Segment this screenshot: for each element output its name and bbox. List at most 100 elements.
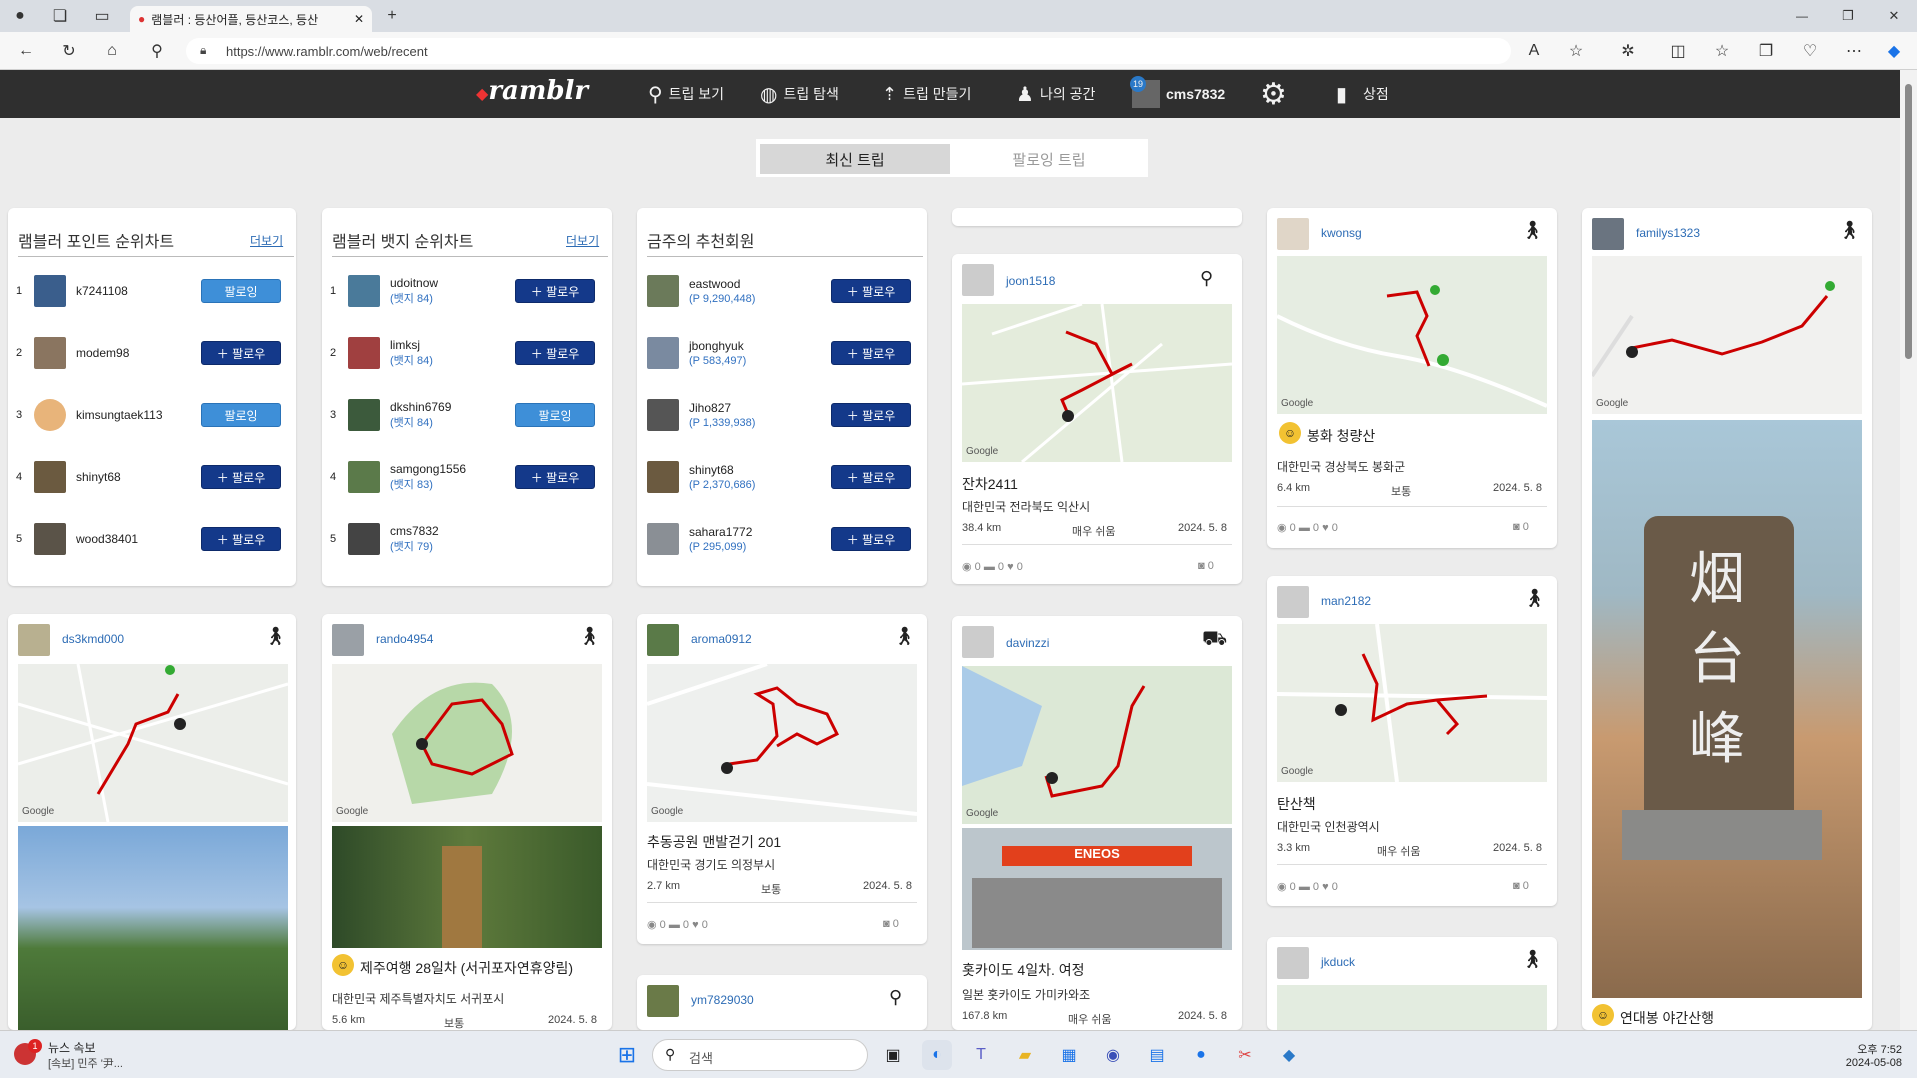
avatar[interactable] (647, 624, 679, 656)
favorite-star-icon[interactable]: ☆ (1562, 37, 1590, 65)
trip-map[interactable]: Google (962, 304, 1232, 462)
trip-title[interactable]: 홋카이도 4일차. 여정 (962, 960, 1085, 980)
rank-user-name[interactable]: shinyt68 (689, 463, 734, 477)
tab-latest-trips[interactable]: 최신 트립 (760, 144, 950, 174)
rank-user-name[interactable]: kimsungtaek113 (76, 408, 201, 422)
rank-user-name[interactable]: eastwood (689, 277, 740, 291)
trip-user-name[interactable]: kwonsg (1321, 226, 1362, 240)
avatar[interactable] (18, 624, 50, 656)
follow-button[interactable]: ＋ 팔로우 (201, 527, 281, 551)
remote-desktop-icon[interactable]: ▤ (1142, 1040, 1172, 1070)
point-rank-more-link[interactable]: 더보기 (250, 232, 283, 249)
rank-user-name[interactable]: wood38401 (76, 532, 201, 546)
follow-button[interactable]: ＋ 팔로우 (515, 465, 595, 489)
avatar[interactable] (647, 985, 679, 1017)
avatar[interactable] (962, 626, 994, 658)
avatar[interactable] (647, 523, 679, 555)
trip-user-name[interactable]: joon1518 (1006, 274, 1055, 288)
avatar[interactable] (34, 461, 66, 493)
rank-user-name[interactable]: modem98 (76, 346, 201, 360)
search-icon[interactable]: ⚲ (143, 37, 171, 65)
trip-user-name[interactable]: ym7829030 (691, 993, 754, 1007)
trip-map[interactable]: Google (962, 666, 1232, 824)
nav-trip-create[interactable]: ⇡ 트립 만들기 (882, 70, 971, 118)
settings-gears-icon[interactable]: ⚙ (1260, 70, 1287, 118)
home-icon[interactable]: ⌂ (98, 37, 126, 65)
follow-button[interactable]: ＋ 팔로우 (515, 341, 595, 365)
trip-title[interactable]: 연대봉 야간산행 (1620, 1008, 1714, 1028)
trip-title[interactable]: 제주여행 28일차 (서귀포자연휴양림) (360, 958, 573, 978)
rank-user-name[interactable]: k7241108 (76, 284, 201, 298)
rank-user-name[interactable]: jbonghyuk (689, 339, 744, 353)
start-icon[interactable]: ⊞ (612, 1040, 642, 1070)
trip-map[interactable]: Google (1592, 256, 1862, 414)
follow-button[interactable]: ＋ 팔로우 (831, 403, 911, 427)
avatar[interactable] (647, 275, 679, 307)
edge-icon[interactable]: ◐ (922, 1040, 952, 1070)
trip-photo[interactable]: ENEOS (962, 828, 1232, 950)
nav-user[interactable]: 19 cms7832 (1130, 70, 1225, 118)
close-button[interactable]: ✕ (1880, 2, 1908, 30)
follow-button[interactable]: ＋ 팔로우 (831, 527, 911, 551)
page-scrollbar[interactable] (1900, 70, 1917, 1030)
rank-user-name[interactable]: cms7832 (390, 524, 439, 538)
trip-map[interactable]: Google (647, 664, 917, 822)
avatar[interactable] (647, 461, 679, 493)
trip-map[interactable]: Google (1277, 624, 1547, 782)
teams-icon[interactable]: T (966, 1040, 996, 1070)
read-aloud-icon[interactable]: A (1520, 37, 1548, 65)
rank-user-name[interactable]: Jiho827 (689, 401, 731, 415)
rank-user-name[interactable]: samgong1556 (390, 462, 466, 476)
trip-photo[interactable] (18, 826, 288, 1030)
task-view-icon[interactable]: ▣ (878, 1040, 908, 1070)
rank-user-name[interactable]: dkshin6769 (390, 400, 451, 414)
avatar[interactable] (34, 399, 66, 431)
trip-card[interactable]: kwonsg 🚶︎ Google ☺ 봉화 청량산 대한민국 경상북도 봉화군 … (1267, 208, 1557, 548)
trip-title[interactable]: 봉화 청량산 (1307, 426, 1375, 446)
trip-user-name[interactable]: rando4954 (376, 632, 433, 646)
trip-user-name[interactable]: aroma0912 (691, 632, 752, 646)
follow-button[interactable]: ＋ 팔로우 (201, 341, 281, 365)
avatar[interactable] (34, 275, 66, 307)
snipping-tool-icon[interactable]: ✂ (1230, 1040, 1260, 1070)
avatar[interactable] (647, 399, 679, 431)
trip-title[interactable]: 추동공원 맨발걷기 201 (647, 832, 781, 852)
trip-card[interactable]: joon1518 ⚲ Google 잔차2411 대한민국 전라북도 익산시 3… (952, 254, 1242, 584)
trip-card[interactable]: ym7829030 ⚲ (637, 975, 927, 1030)
trip-card[interactable]: familys1323 🚶︎ Google 烟台峰 ☺ 연대봉 야간산행 (1582, 208, 1872, 1030)
new-tab-button[interactable]: + (378, 2, 406, 30)
profile-icon[interactable]: ● (6, 2, 34, 30)
follow-button[interactable]: ＋ 팔로우 (831, 341, 911, 365)
browser-essentials-icon[interactable]: ♡ (1796, 37, 1824, 65)
trip-user-name[interactable]: jkduck (1321, 955, 1355, 969)
workspaces-icon[interactable]: ❏ (46, 2, 74, 30)
avatar[interactable] (348, 275, 380, 307)
avatar[interactable] (647, 337, 679, 369)
trip-card[interactable]: ds3kmd000 🚶︎ Google (8, 614, 296, 1030)
trip-title[interactable]: 탄산책 (1277, 794, 1316, 814)
more-menu-icon[interactable]: ⋯ (1840, 37, 1868, 65)
trip-map[interactable]: Google (332, 664, 602, 822)
nav-shop[interactable]: ▮ 상점 (1336, 70, 1389, 118)
trip-map[interactable] (1277, 985, 1547, 1030)
follow-button[interactable]: ＋ 팔로우 (831, 465, 911, 489)
avatar[interactable] (1277, 947, 1309, 979)
avatar[interactable] (332, 624, 364, 656)
copilot-icon[interactable]: ◆ (1880, 37, 1908, 65)
following-button[interactable]: 팔로잉 (201, 403, 281, 427)
extensions-icon[interactable]: ✲ (1614, 37, 1642, 65)
avatar[interactable] (1277, 586, 1309, 618)
avatar[interactable] (34, 337, 66, 369)
browser-tab[interactable]: ● 램블러 : 등산어플, 등산코스, 등산 ✕ (130, 6, 372, 32)
tab-actions-icon[interactable]: ▭ (88, 2, 116, 30)
avatar[interactable] (348, 461, 380, 493)
rank-user-name[interactable]: sahara1772 (689, 525, 752, 539)
following-button[interactable]: 팔로잉 (515, 403, 595, 427)
avatar[interactable] (962, 264, 994, 296)
minimize-button[interactable]: — (1788, 2, 1816, 30)
trip-card[interactable]: rando4954 🚶︎ Google ☺ 제주여행 28일차 (서귀포자연휴양… (322, 614, 612, 1030)
avatar[interactable] (34, 523, 66, 555)
trip-photo[interactable] (332, 826, 602, 948)
avatar[interactable] (348, 523, 380, 555)
follow-button[interactable]: ＋ 팔로우 (201, 465, 281, 489)
